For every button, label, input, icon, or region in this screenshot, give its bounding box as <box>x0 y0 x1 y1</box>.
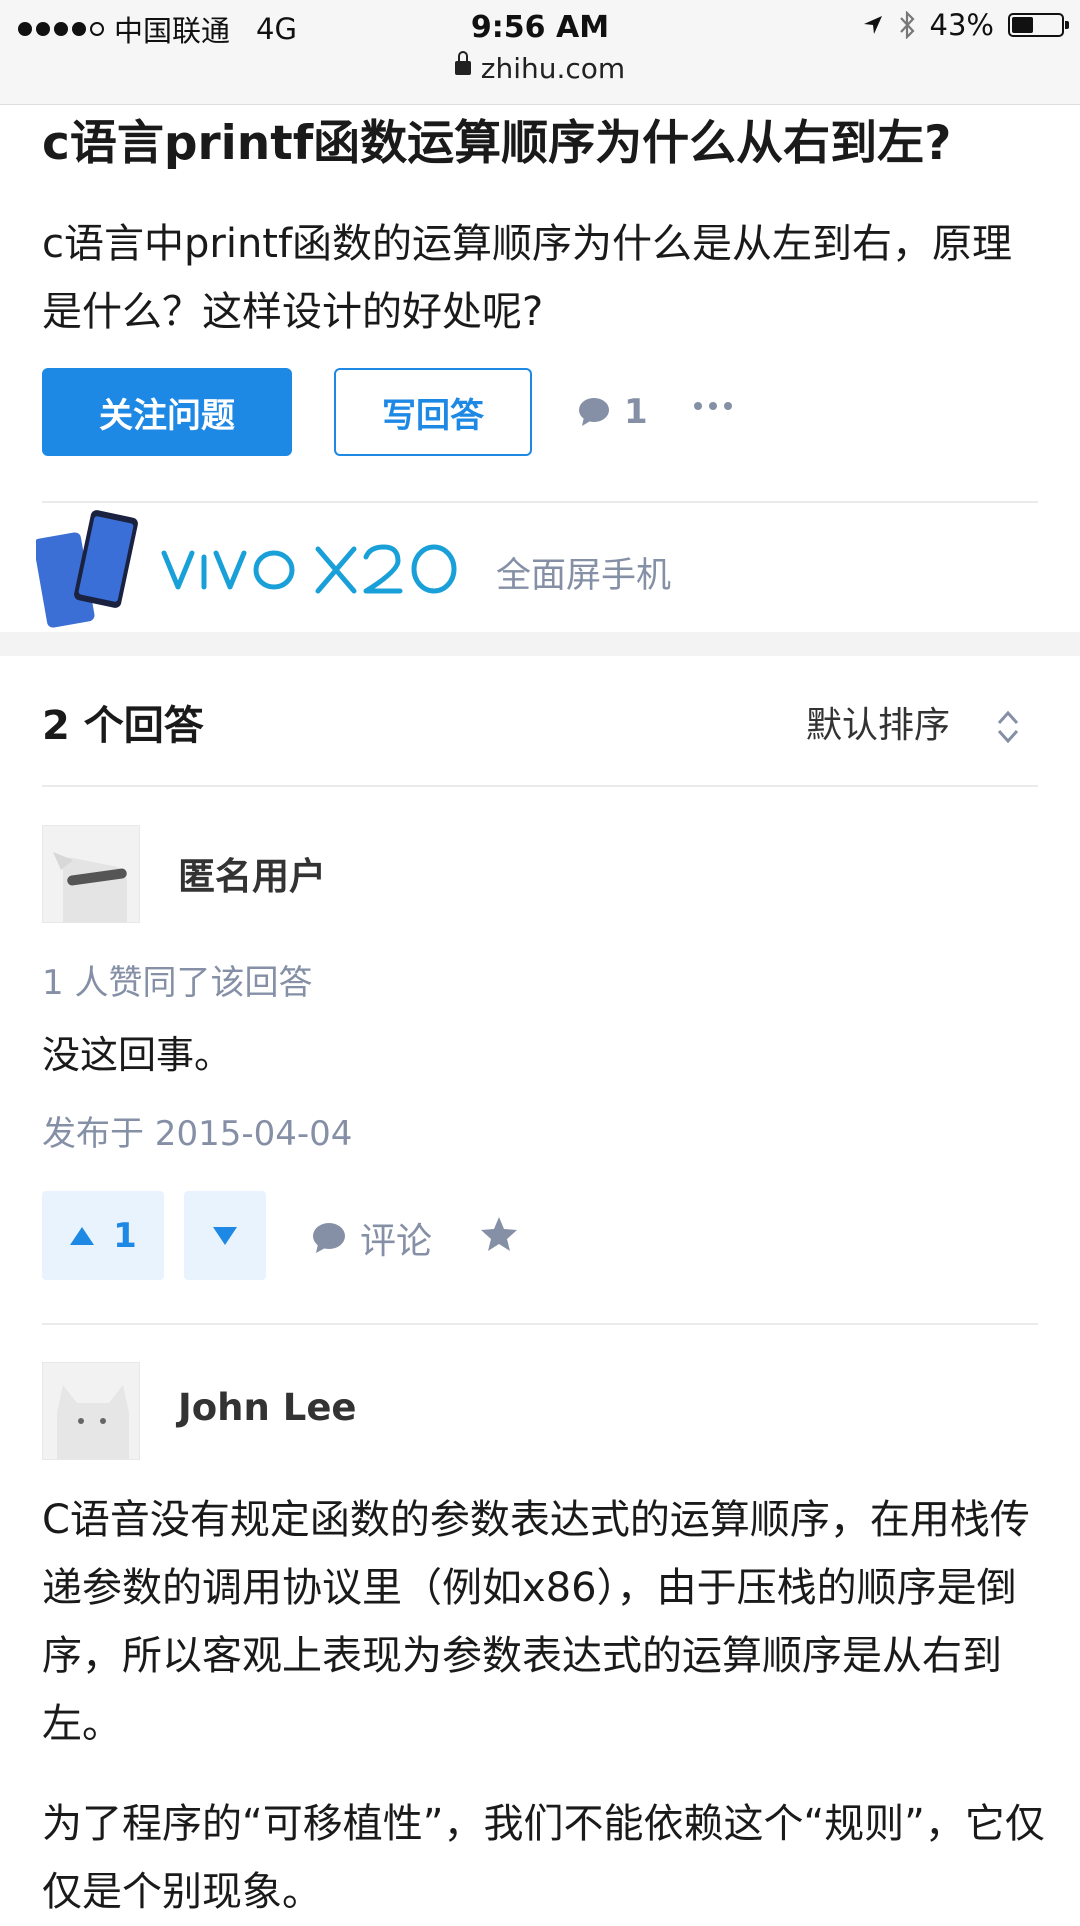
answer-paragraph: 为了程序的“可移植性”，我们不能依赖这个“规则”，它仅仅是个别现象。 <box>42 1801 1045 1915</box>
publish-date: 发布于 2015-04-04 <box>42 1114 353 1154</box>
default-avatar-icon <box>57 1385 129 1459</box>
star-icon <box>481 1217 517 1251</box>
status-bar: 中国联通 4G 9:56 AM 43% zhihu.com <box>0 0 1080 105</box>
answer-paragraph: C语音没有规定函数的参数表达式的运算顺序，在用栈传递参数的调用协议里（例如x86… <box>42 1497 1030 1747</box>
section-separator <box>0 632 1080 656</box>
more-options-icon[interactable] <box>694 402 732 410</box>
author-name[interactable]: 匿名用户 <box>178 846 326 900</box>
avatar[interactable] <box>42 1362 140 1460</box>
phone-image-icon <box>36 510 138 628</box>
location-icon <box>863 16 882 34</box>
comment-icon <box>579 398 609 426</box>
divider <box>42 501 1038 503</box>
sort-dropdown[interactable]: 默认排序 <box>806 696 1021 748</box>
follow-question-button[interactable]: 关注问题 <box>42 368 292 456</box>
favorite-button[interactable] <box>480 1216 518 1256</box>
address-bar[interactable]: zhihu.com <box>0 51 1080 85</box>
divider <box>42 1323 1038 1325</box>
vivo-x20-logo <box>161 544 457 594</box>
upvote-count: 1 <box>113 1215 137 1256</box>
author-name[interactable]: John Lee <box>178 1386 357 1429</box>
question-title: c语言printf函数运算顺序为什么从右到左? <box>42 116 952 171</box>
vote-summary[interactable]: 1 人赞同了该回答 <box>42 955 312 1004</box>
sort-label: 默认排序 <box>806 705 951 746</box>
question-description: c语言中printf函数的运算顺序为什么是从左到右，原理是什么？这样设计的好处呢… <box>42 221 1013 335</box>
avatar[interactable] <box>42 825 140 923</box>
upvote-button[interactable]: 1 <box>42 1191 164 1280</box>
battery-icon <box>1008 13 1069 37</box>
answer-count: 2 个回答 <box>42 703 204 749</box>
url-text: zhihu.com <box>480 52 626 85</box>
upvote-arrow-icon <box>70 1226 95 1245</box>
write-answer-button[interactable]: 写回答 <box>334 368 532 456</box>
comment-label: 评论 <box>360 1221 433 1262</box>
question-comments-button[interactable]: 1 <box>578 392 648 432</box>
anonymous-avatar-icon <box>53 852 127 922</box>
lock-icon <box>454 51 471 75</box>
answer-comment-button[interactable]: 评论 <box>312 1212 432 1264</box>
answer-content: 没这回事。 <box>42 1033 233 1077</box>
divider <box>42 785 1038 787</box>
comment-icon <box>313 1223 345 1253</box>
battery-percent: 43% <box>929 8 994 42</box>
question-comment-count: 1 <box>624 392 648 432</box>
downvote-button[interactable] <box>184 1191 266 1280</box>
downvote-arrow-icon <box>213 1226 237 1245</box>
ad-banner[interactable]: 全面屏手机 <box>36 505 1036 630</box>
bluetooth-icon <box>899 11 915 39</box>
ad-tagline: 全面屏手机 <box>496 556 672 596</box>
sort-chevron-icon <box>998 710 1019 744</box>
